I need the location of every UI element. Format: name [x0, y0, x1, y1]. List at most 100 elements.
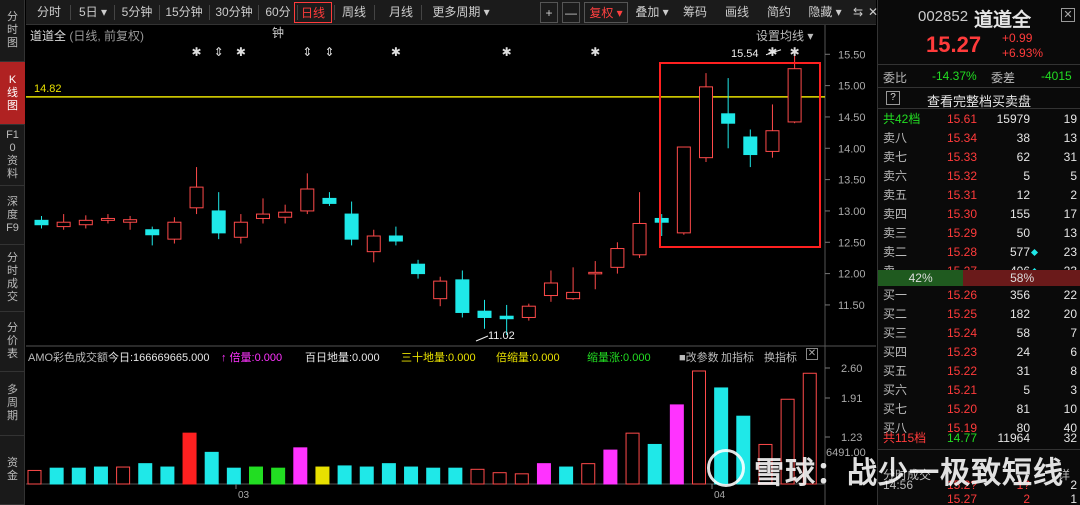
high-price-label: 15.54: [731, 48, 759, 60]
expand-icon[interactable]: ⇆: [852, 2, 864, 23]
drawing-button[interactable]: 画线: [718, 2, 756, 23]
candle-body: [654, 217, 669, 223]
volume-bar: [581, 463, 596, 485]
period-tab-5[interactable]: 60分钟: [261, 2, 295, 40]
volume-bar: [381, 463, 396, 485]
sell-level-row[interactable]: 卖四 15.30 155 17: [878, 205, 1080, 224]
orderbook-vol: 5: [1023, 169, 1030, 183]
candle: [167, 217, 182, 244]
candle: [543, 270, 558, 302]
sell-level-row[interactable]: 卖五 15.31 12 2: [878, 186, 1080, 205]
buy-level-row[interactable]: 买六 15.21 5 3: [878, 381, 1080, 400]
candle: [411, 259, 426, 279]
nav-tab-7[interactable]: 资金: [0, 436, 25, 505]
zoom-in-button[interactable]: +: [540, 2, 558, 23]
indicator-item-2: ↑ 倍量:0.000: [221, 352, 283, 364]
nav-tab-5[interactable]: 分价表: [0, 312, 25, 372]
nav-tab-0[interactable]: 分时图: [0, 0, 25, 62]
nav-tab-6[interactable]: 多周期: [0, 372, 25, 436]
orderbook-cnt: 22: [1063, 288, 1077, 302]
sell-level-row[interactable]: 卖六 15.32 5 5: [878, 167, 1080, 186]
sell-level-row[interactable]: 卖八 15.34 38 13: [878, 129, 1080, 148]
orderbook-price: 15.29: [946, 226, 977, 240]
indicator-item-7[interactable]: ■改参数: [679, 349, 719, 365]
fuquan-dropdown[interactable]: 复权 ▾: [584, 2, 628, 23]
buy-level-row[interactable]: 买五 15.22 31 8: [878, 362, 1080, 381]
buy-level-row[interactable]: 买三 15.24 58 7: [878, 324, 1080, 343]
period-tab-2[interactable]: 5分钟: [117, 2, 157, 23]
divider: [878, 87, 1080, 88]
y-tick-label: 13.50: [838, 175, 866, 187]
close-icon[interactable]: ✕: [1061, 8, 1075, 22]
volume-bar: [359, 466, 374, 485]
volume-bar: [93, 466, 108, 485]
period-tab-3[interactable]: 15分钟: [161, 2, 207, 23]
hide-dropdown[interactable]: 隐藏 ▾: [802, 2, 848, 23]
candle: [366, 229, 381, 263]
volume-bar: [138, 463, 153, 485]
nav-tab-4[interactable]: 分时成交: [0, 245, 25, 312]
y-tick-label: 12.50: [838, 237, 866, 249]
overlay-dropdown[interactable]: 叠加 ▾: [631, 2, 673, 23]
sell-level-row[interactable]: 卖二 15.28 577 23: [878, 243, 1080, 262]
orderbook-label: 买二: [883, 307, 908, 321]
chips-button[interactable]: 筹码: [676, 2, 714, 23]
zoom-out-button[interactable]: —: [562, 2, 580, 23]
volume-bar: [692, 370, 706, 485]
volume-bar: [647, 443, 662, 485]
candle-body: [278, 211, 293, 218]
period-tab-9[interactable]: 更多周期 ▾: [428, 2, 494, 23]
help-icon[interactable]: ?: [886, 91, 900, 105]
candle-body: [521, 305, 536, 318]
buy-level-row[interactable]: 买七 15.20 81 10: [878, 400, 1080, 419]
orderbook-label: 卖五: [883, 188, 908, 202]
nav-tab-2[interactable]: F10资料: [0, 125, 25, 186]
period-tab-7[interactable]: 周线: [336, 2, 372, 23]
orderbook-price: 15.22: [946, 364, 977, 378]
volume-bar: [49, 467, 64, 485]
orderbook-cnt: 10: [1063, 402, 1077, 416]
orderbook-cnt: 13: [1063, 226, 1077, 240]
low-price-label: 11.02: [488, 330, 515, 342]
candle-body: [123, 219, 138, 223]
indicator-item-9[interactable]: 换指标: [764, 349, 797, 365]
sell-level-row[interactable]: 卖三 15.29 50 13: [878, 224, 1080, 243]
weicha-label: 委差: [991, 71, 1016, 85]
buy-level-row[interactable]: 买四 15.23 24 6: [878, 343, 1080, 362]
simple-mode-button[interactable]: 简约: [760, 2, 798, 23]
sell-level-row[interactable]: 卖七 15.33 62 31: [878, 148, 1080, 167]
vol-y-tick-label: 2.60: [841, 363, 862, 375]
candle: [233, 214, 248, 244]
volume-close-icon[interactable]: ✕: [806, 348, 818, 360]
orderbook-cnt: 3: [1070, 383, 1077, 397]
current-price: 15.27: [926, 32, 982, 57]
indicator-item-8[interactable]: 加指标: [721, 349, 754, 365]
event-marker: ⇕: [324, 45, 334, 59]
orderbook-cnt: 5: [1070, 169, 1077, 183]
tick-cnt: 1: [1070, 492, 1077, 505]
volume-bar: [116, 466, 131, 485]
volume-indicator-bar: AMO彩色成交额 今日:166669665.000 ↑ 倍量:0.000 百日地量:0…: [26, 346, 826, 365]
buy-level-row[interactable]: 买二 15.25 182 20: [878, 305, 1080, 324]
nav-tab-3[interactable]: 深度F9: [0, 186, 25, 245]
nav-tab-label: 分价表: [7, 322, 18, 360]
period-tab-8[interactable]: 月线: [383, 2, 419, 23]
nav-tab-1[interactable]: K线图: [0, 62, 25, 125]
orderbook-price: 15.25: [946, 307, 977, 321]
orderbook-price: 15.20: [946, 402, 977, 416]
buy-level-row[interactable]: 买一 15.26 356 22: [878, 286, 1080, 305]
vol-y-tick-label: 1.91: [841, 393, 862, 405]
period-tab-0[interactable]: 分时: [30, 2, 68, 23]
period-tab-1[interactable]: 5日 ▾: [74, 2, 112, 23]
orderbook-price: 15.30: [946, 207, 977, 221]
candle: [256, 198, 270, 224]
orderbook-label: 买五: [883, 364, 908, 378]
period-tab-4[interactable]: 30分钟: [212, 2, 256, 23]
y-tick-label: 13.00: [838, 206, 866, 218]
price-chart[interactable]: 15.50 15.00 14.50 14.00 13.50 13.00 12.50 12.00…: [26, 25, 876, 505]
sell-total-cell: 共42档: [883, 112, 921, 126]
volume-bar: [271, 467, 286, 485]
candle: [566, 267, 581, 300]
tick-vol: 2: [1023, 492, 1030, 505]
period-tab-6[interactable]: 日线: [294, 2, 332, 23]
